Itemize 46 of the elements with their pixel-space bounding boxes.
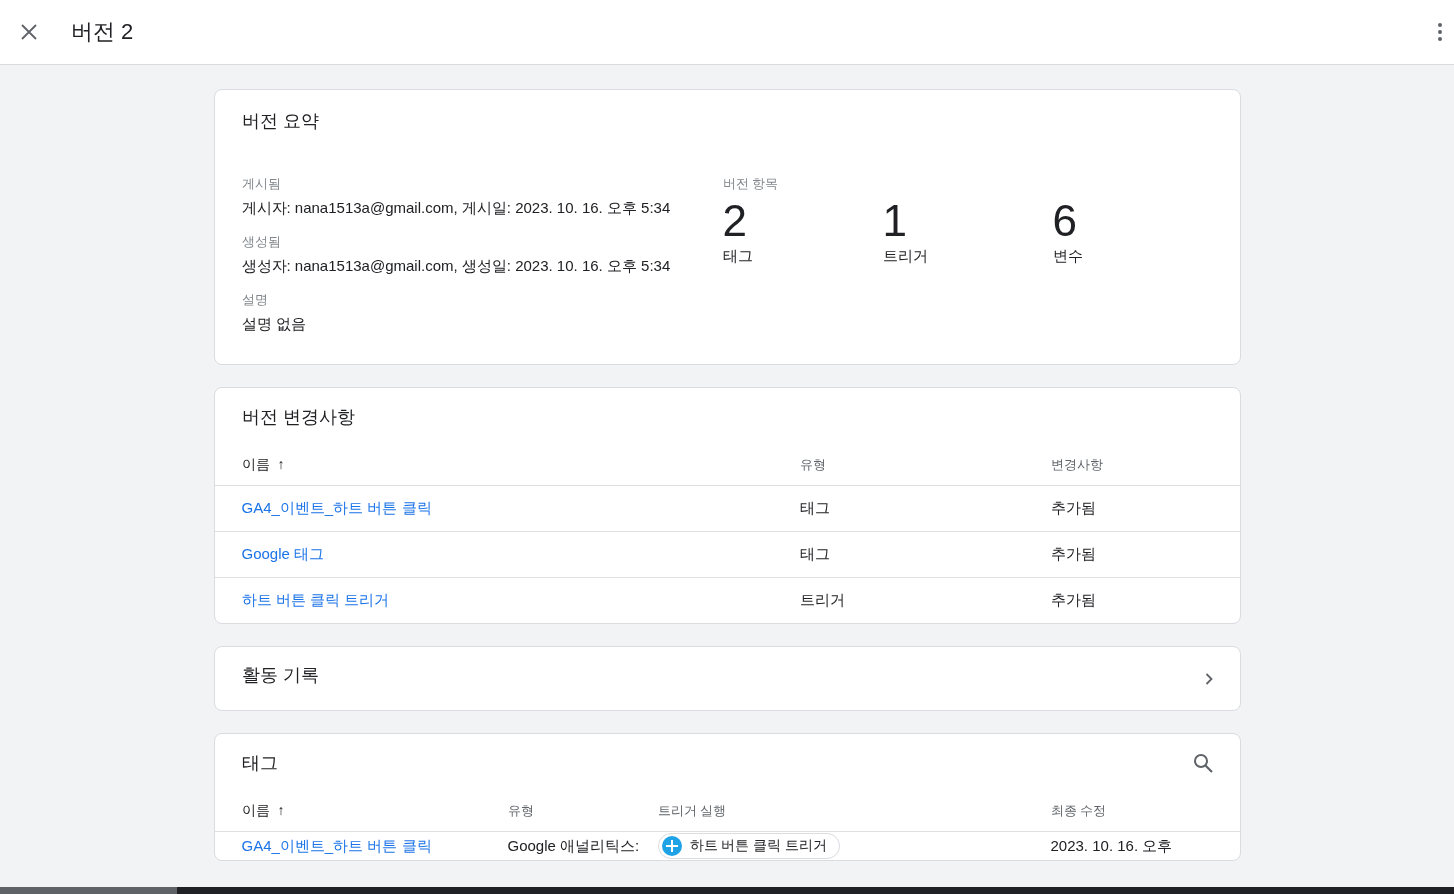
card-title: 태그 bbox=[241, 752, 278, 775]
item-link[interactable]: Google 태그 bbox=[241, 545, 800, 564]
page-title: 버전 2 bbox=[71, 18, 135, 46]
field-label: 버전 항목 bbox=[722, 175, 780, 193]
table-cell-text: 추가됨 bbox=[1050, 499, 1097, 518]
table-cell-text: Google 애널리틱스: bbox=[507, 836, 641, 856]
table-cell-text: 추가됨 bbox=[1050, 545, 1097, 564]
scrollbar[interactable] bbox=[0, 887, 1454, 894]
count-label: 태그 bbox=[722, 247, 754, 266]
column-header: 유형 bbox=[507, 802, 535, 820]
table-cell-text: 태그 bbox=[799, 545, 831, 564]
card-title: 활동 기록 bbox=[241, 663, 319, 687]
column-header: 변경사항 bbox=[1050, 456, 1104, 474]
field-label: 생성됨 bbox=[241, 233, 282, 251]
count-number: 2 bbox=[722, 195, 748, 247]
activity-card[interactable]: 활동 기록 bbox=[213, 646, 1241, 711]
field-label: 설명 bbox=[241, 291, 269, 309]
field-value: 생성자: nana1513a@gmail.com, 생성일: 2023. 10. 16. 오후 5:34 bbox=[241, 257, 672, 276]
chevron-right-icon[interactable] bbox=[1204, 672, 1213, 685]
column-header: 트리거 실행 bbox=[657, 802, 728, 820]
sort-arrow[interactable]: ↑ bbox=[277, 802, 285, 820]
count-label: 트리거 bbox=[882, 247, 929, 266]
table-cell-text: 태그 bbox=[799, 499, 831, 518]
close-icon[interactable] bbox=[21, 24, 37, 40]
field-label: 게시됨 bbox=[241, 175, 282, 193]
column-header[interactable]: 이름 bbox=[241, 456, 270, 474]
field-value: 설명 없음 bbox=[241, 315, 307, 334]
card-title: 버전 요약 bbox=[241, 110, 320, 133]
sort-arrow[interactable]: ↑ bbox=[277, 456, 285, 474]
table-cell-text: 2023. 10. 16. 오후 bbox=[1050, 836, 1174, 856]
column-header: 최종 수정 bbox=[1050, 802, 1108, 820]
table-cell-text: 트리거 bbox=[799, 591, 846, 610]
count-label: 변수 bbox=[1052, 247, 1084, 266]
card-title: 버전 변경사항 bbox=[240, 406, 356, 429]
item-link[interactable]: 하트 버튼 클릭 트리거 bbox=[241, 591, 800, 610]
column-header: 유형 bbox=[799, 456, 827, 474]
item-link[interactable]: GA4_이벤트_하트 버튼 클릭 bbox=[241, 836, 508, 856]
field-value: 게시자: nana1513a@gmail.com, 게시일: 2023. 10. 16. 오후 5:34 bbox=[241, 199, 672, 218]
more-icon[interactable] bbox=[1438, 23, 1442, 41]
item-link[interactable]: GA4_이벤트_하트 버튼 클릭 bbox=[241, 499, 800, 518]
table-cell-text: 추가됨 bbox=[1050, 591, 1097, 610]
column-header[interactable]: 이름 bbox=[241, 802, 270, 820]
search-icon[interactable] bbox=[1192, 753, 1213, 773]
trigger-icon bbox=[661, 836, 682, 856]
count-number: 1 bbox=[882, 195, 908, 247]
count-number: 6 bbox=[1052, 195, 1078, 247]
